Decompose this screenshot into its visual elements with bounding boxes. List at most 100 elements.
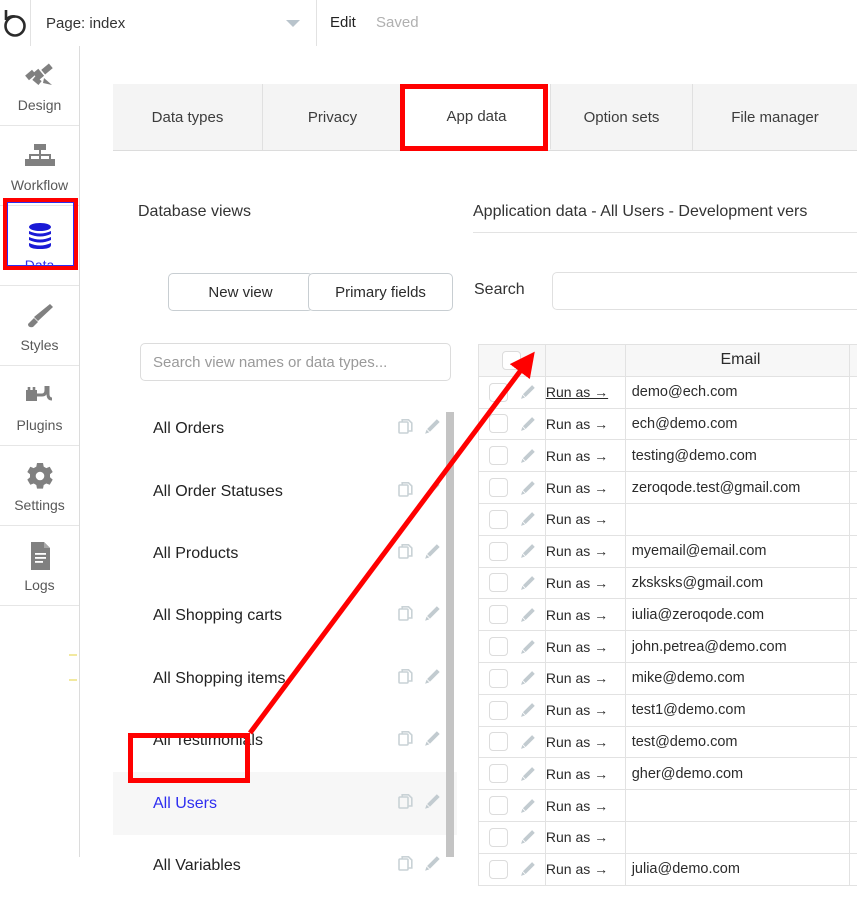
extra-cell[interactable] bbox=[850, 727, 857, 759]
run-as-cell[interactable]: Run as → bbox=[545, 662, 626, 695]
row-select-cell[interactable] bbox=[479, 758, 546, 791]
email-cell[interactable]: zksksks@gmail.com bbox=[625, 567, 851, 600]
sidebar-item-logs[interactable]: Logs bbox=[0, 526, 79, 606]
view-item[interactable]: All Shopping items bbox=[113, 648, 457, 710]
bubble-logo-icon[interactable] bbox=[0, 0, 30, 46]
table-row[interactable]: Run as → zeroqode.test@gmail.com bbox=[479, 472, 857, 504]
pencil-icon[interactable] bbox=[520, 607, 536, 623]
row-select-cell[interactable] bbox=[479, 726, 546, 759]
row-select-cell[interactable] bbox=[479, 853, 546, 886]
email-cell[interactable] bbox=[625, 821, 851, 854]
table-row[interactable]: Run as → bbox=[479, 503, 857, 536]
run-as-link[interactable]: Run as → bbox=[546, 511, 608, 527]
copy-icon[interactable] bbox=[398, 730, 415, 752]
pencil-icon[interactable] bbox=[424, 605, 441, 627]
run-as-cell[interactable]: Run as → bbox=[545, 408, 626, 441]
pencil-icon[interactable] bbox=[520, 448, 536, 464]
run-as-cell[interactable]: Run as → bbox=[545, 503, 626, 536]
view-item[interactable]: All Orders bbox=[113, 398, 457, 460]
table-row[interactable]: Run as → iulia@zeroqode.com bbox=[479, 599, 857, 632]
view-item[interactable]: All Users bbox=[113, 772, 457, 835]
copy-icon[interactable] bbox=[398, 793, 415, 815]
extra-cell[interactable] bbox=[850, 790, 857, 822]
table-row[interactable]: Run as → julia@demo.com bbox=[479, 853, 857, 886]
run-as-link[interactable]: Run as → bbox=[546, 798, 608, 814]
pencil-icon[interactable] bbox=[520, 798, 536, 814]
run-as-link[interactable]: Run as → bbox=[546, 575, 608, 591]
pencil-icon[interactable] bbox=[520, 543, 536, 559]
extra-cell[interactable] bbox=[850, 663, 857, 695]
row-select-cell[interactable] bbox=[479, 662, 546, 695]
run-as-link[interactable]: Run as → bbox=[546, 448, 608, 464]
run-as-cell[interactable]: Run as → bbox=[545, 758, 626, 791]
row-select-cell[interactable] bbox=[479, 440, 546, 473]
page-selector[interactable]: Page: index bbox=[30, 0, 317, 46]
checkbox-icon[interactable] bbox=[489, 732, 508, 752]
copy-icon[interactable] bbox=[398, 668, 415, 690]
run-as-cell[interactable]: Run as → bbox=[545, 821, 626, 854]
extra-cell[interactable] bbox=[850, 472, 857, 504]
email-cell[interactable]: test1@demo.com bbox=[625, 694, 851, 727]
run-as-cell[interactable]: Run as → bbox=[545, 472, 626, 504]
row-select-cell[interactable] bbox=[479, 567, 546, 600]
checkbox-icon[interactable] bbox=[502, 350, 522, 370]
run-as-link[interactable]: Run as → bbox=[546, 829, 608, 845]
view-item[interactable]: All Shopping carts bbox=[113, 585, 457, 647]
row-select-cell[interactable] bbox=[479, 599, 546, 632]
checkbox-icon[interactable] bbox=[489, 414, 508, 434]
extra-cell[interactable] bbox=[850, 568, 857, 600]
checkbox-icon[interactable] bbox=[489, 509, 508, 529]
table-row[interactable]: Run as → ech@demo.com bbox=[479, 408, 857, 441]
row-select-cell[interactable] bbox=[479, 535, 546, 568]
sidebar-item-plugins[interactable]: Plugins bbox=[0, 366, 79, 446]
extra-cell[interactable] bbox=[850, 536, 857, 568]
extra-cell[interactable] bbox=[850, 854, 857, 886]
email-cell[interactable] bbox=[625, 503, 851, 536]
extra-cell[interactable] bbox=[850, 409, 857, 441]
data-search-input[interactable] bbox=[552, 272, 857, 310]
run-as-link[interactable]: Run as → bbox=[546, 670, 608, 686]
pencil-icon[interactable] bbox=[424, 793, 441, 815]
view-search-input[interactable] bbox=[140, 343, 451, 381]
pencil-icon[interactable] bbox=[424, 730, 441, 752]
run-as-cell[interactable]: Run as → bbox=[545, 853, 626, 886]
row-select-cell[interactable] bbox=[479, 472, 546, 504]
table-row[interactable]: Run as → test1@demo.com bbox=[479, 694, 857, 727]
copy-icon[interactable] bbox=[398, 481, 415, 503]
sidebar-item-design[interactable]: Design bbox=[0, 46, 79, 126]
pencil-icon[interactable] bbox=[424, 418, 441, 440]
pencil-icon[interactable] bbox=[520, 670, 536, 686]
pencil-icon[interactable] bbox=[520, 766, 536, 782]
checkbox-icon[interactable] bbox=[489, 859, 508, 879]
table-row[interactable]: Run as → mike@demo.com bbox=[479, 662, 857, 695]
extra-cell[interactable] bbox=[850, 440, 857, 473]
run-as-link[interactable]: Run as → bbox=[546, 734, 608, 750]
table-row[interactable]: Run as → bbox=[479, 821, 857, 854]
checkbox-icon[interactable] bbox=[489, 478, 508, 498]
email-cell[interactable] bbox=[625, 790, 851, 822]
edit-button[interactable]: Edit bbox=[330, 14, 356, 31]
extra-cell[interactable] bbox=[850, 758, 857, 791]
copy-icon[interactable] bbox=[398, 543, 415, 565]
run-as-link[interactable]: Run as → bbox=[546, 607, 608, 623]
run-as-cell[interactable]: Run as → bbox=[545, 631, 626, 663]
email-cell[interactable]: mike@demo.com bbox=[625, 662, 851, 695]
copy-icon[interactable] bbox=[398, 855, 415, 877]
view-item[interactable]: All Variables bbox=[113, 835, 457, 897]
pencil-icon[interactable] bbox=[520, 384, 536, 400]
email-cell[interactable]: myemail@email.com bbox=[625, 535, 851, 568]
pencil-icon[interactable] bbox=[520, 511, 536, 527]
row-select-cell[interactable] bbox=[479, 821, 546, 854]
pencil-icon[interactable] bbox=[424, 481, 441, 503]
run-as-cell[interactable]: Run as → bbox=[545, 726, 626, 759]
email-cell[interactable]: john.petrea@demo.com bbox=[625, 631, 851, 663]
email-cell[interactable]: iulia@zeroqode.com bbox=[625, 599, 851, 632]
sidebar-item-settings[interactable]: Settings bbox=[0, 446, 79, 526]
email-cell[interactable]: testing@demo.com bbox=[625, 440, 851, 473]
row-select-cell[interactable] bbox=[479, 376, 546, 409]
pencil-icon[interactable] bbox=[424, 668, 441, 690]
checkbox-icon[interactable] bbox=[489, 446, 508, 466]
pencil-icon[interactable] bbox=[520, 480, 536, 496]
view-item[interactable]: All Testimonials bbox=[113, 710, 457, 772]
table-row[interactable]: Run as → john.petrea@demo.com bbox=[479, 631, 857, 663]
